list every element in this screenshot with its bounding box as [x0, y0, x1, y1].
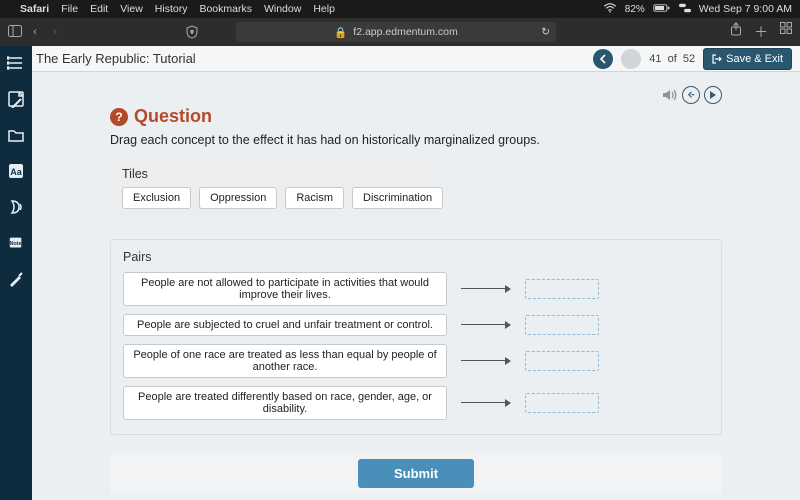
menubar-item-help[interactable]: Help [313, 3, 335, 15]
page-total: 52 [683, 53, 695, 65]
pairs-label: Pairs [123, 250, 709, 264]
tile-exclusion[interactable]: Exclusion [122, 187, 191, 209]
pair-effect-3: People of one race are treated as less t… [123, 344, 447, 378]
lesson-title: The Early Republic: Tutorial [36, 51, 196, 66]
tile-discrimination[interactable]: Discrimination [352, 187, 443, 209]
tab-overview-icon[interactable] [780, 22, 792, 42]
menubar-app-name[interactable]: Safari [20, 3, 49, 15]
menubar-item-window[interactable]: Window [264, 3, 301, 15]
audio-restart-button[interactable] [682, 86, 700, 104]
arrow-icon [461, 324, 511, 326]
read-aloud-icon[interactable] [7, 198, 25, 216]
next-page-button[interactable] [621, 49, 641, 69]
resources-icon[interactable] [7, 126, 25, 144]
mac-menubar: Safari File Edit View History Bookmarks … [0, 0, 800, 18]
share-icon[interactable] [730, 22, 742, 42]
menubar-item-file[interactable]: File [61, 3, 78, 15]
privacy-shield-icon[interactable] [186, 25, 198, 42]
arrow-icon [461, 288, 511, 290]
safari-back-button[interactable]: ‹ [28, 26, 42, 38]
pairs-box: Pairs People are not allowed to particip… [110, 239, 722, 435]
menubar-item-bookmarks[interactable]: Bookmarks [199, 3, 252, 15]
drop-target-4[interactable] [525, 393, 599, 413]
page-sep: of [668, 53, 677, 65]
pair-row: People are treated differently based on … [123, 386, 709, 420]
question-icon: ? [110, 108, 128, 126]
pair-row: People are not allowed to participate in… [123, 272, 709, 306]
audio-play-button[interactable] [704, 86, 722, 104]
control-center-icon[interactable] [679, 3, 691, 16]
reload-icon[interactable]: ↻ [541, 26, 550, 38]
glossary-icon[interactable]: Aa [7, 162, 25, 180]
menubar-clock[interactable]: Wed Sep 7 9:00 AM [699, 3, 792, 15]
notes-icon[interactable] [7, 90, 25, 108]
toc-icon[interactable] [7, 54, 25, 72]
volume-icon[interactable] [662, 86, 678, 104]
drop-target-1[interactable] [525, 279, 599, 299]
submit-button[interactable]: Submit [358, 459, 474, 488]
safari-toolbar: ‹ › 🔒 f2.app.edmentum.com ↻ ＋ [0, 18, 800, 46]
url-host: f2.app.edmentum.com [353, 26, 457, 38]
tile-oppression[interactable]: Oppression [199, 187, 277, 209]
submit-bar: Submit [110, 453, 722, 493]
pair-effect-1: People are not allowed to participate in… [123, 272, 447, 306]
safari-address-bar[interactable]: 🔒 f2.app.edmentum.com ↻ [236, 22, 556, 42]
drop-target-3[interactable] [525, 351, 599, 371]
menubar-item-history[interactable]: History [155, 3, 188, 15]
tiles-label: Tiles [122, 167, 428, 181]
arrow-icon [461, 360, 511, 362]
tile-racism[interactable]: Racism [285, 187, 344, 209]
arrow-icon [461, 402, 511, 404]
sticky-note-icon[interactable]: Note [7, 234, 25, 252]
svg-text:Note: Note [10, 241, 22, 247]
menubar-item-edit[interactable]: Edit [90, 3, 108, 15]
save-exit-label: Save & Exit [726, 53, 783, 65]
activity-sidebar: Aa Note [0, 46, 32, 500]
pair-row: People of one race are treated as less t… [123, 344, 709, 378]
svg-text:Aa: Aa [10, 167, 22, 177]
question-prompt: Drag each concept to the effect it has h… [110, 133, 722, 147]
prev-page-button[interactable] [593, 49, 613, 69]
sidebar-toggle-icon[interactable] [8, 25, 22, 40]
question-heading: Question [134, 106, 212, 127]
save-and-exit-button[interactable]: Save & Exit [703, 48, 792, 70]
lock-icon: 🔒 [334, 26, 347, 39]
new-tab-icon[interactable]: ＋ [754, 22, 768, 42]
tiles-box: Tiles Exclusion Oppression Racism Discri… [110, 159, 440, 221]
lesson-header: The Early Republic: Tutorial 41 of 52 Sa… [0, 46, 800, 72]
menubar-item-view[interactable]: View [120, 3, 143, 15]
pair-effect-2: People are subjected to cruel and unfair… [123, 314, 447, 336]
highlighter-icon[interactable] [7, 270, 25, 288]
battery-percent: 82% [625, 4, 645, 15]
battery-icon [653, 3, 671, 16]
pair-row: People are subjected to cruel and unfair… [123, 314, 709, 336]
pair-effect-4: People are treated differently based on … [123, 386, 447, 420]
wifi-icon[interactable] [603, 3, 617, 16]
safari-forward-button[interactable]: › [48, 26, 62, 38]
page-current: 41 [649, 53, 661, 65]
content-area: ? Question Drag each concept to the effe… [32, 72, 800, 500]
drop-target-2[interactable] [525, 315, 599, 335]
